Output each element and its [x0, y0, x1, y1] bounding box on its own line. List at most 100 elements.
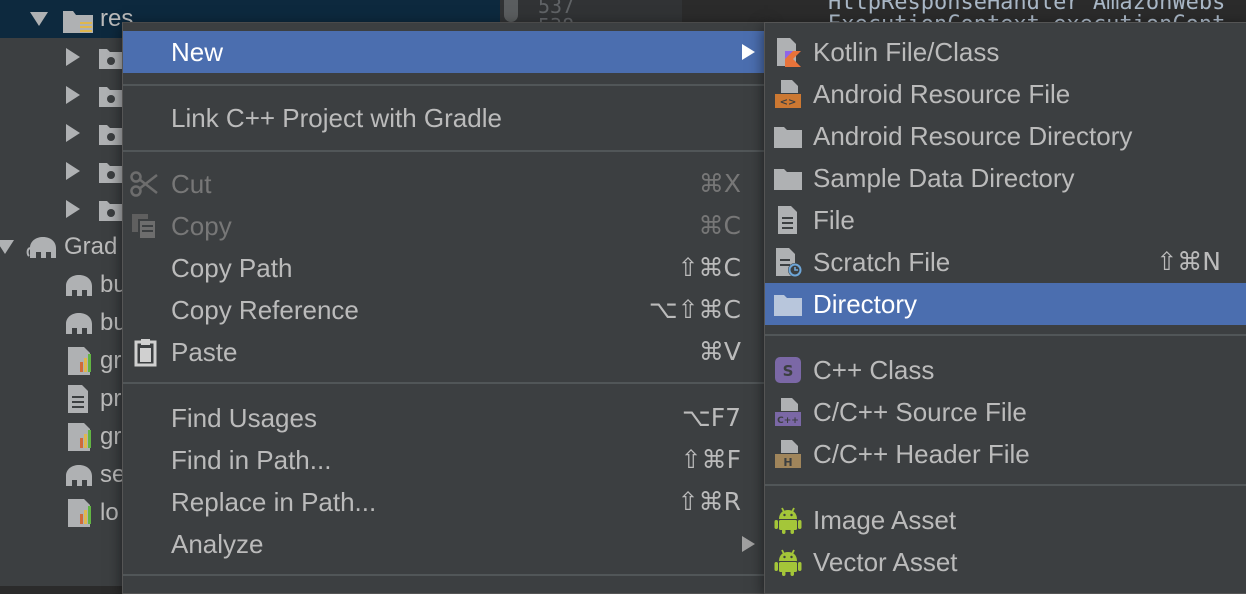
submenu-arrow-icon [742, 536, 755, 552]
new-submenu: Kotlin File/Class <> Android Resource Fi… [764, 22, 1246, 594]
menu-item-file[interactable]: File [765, 199, 1246, 241]
scratch-file-icon [776, 248, 802, 277]
menu-item-label: Scratch File [813, 247, 951, 277]
shortcut-label: ⌘X [698, 169, 741, 198]
tree-item-label: lo [100, 499, 119, 526]
svg-text:C++: C++ [777, 416, 799, 426]
menu-item-copy[interactable]: Copy ⌘C [123, 205, 767, 247]
collapse-arrow-icon[interactable] [66, 48, 80, 66]
menu-item-replace-in-path[interactable]: Replace in Path... ⇧⌘R [123, 481, 767, 523]
menu-item-label: Copy Reference [171, 295, 359, 325]
resource-folder-icon [63, 11, 93, 33]
properties-file-icon [68, 423, 91, 451]
submenu-arrow-icon [742, 44, 755, 60]
android-icon [774, 549, 802, 576]
gradle-elephant-icon [26, 237, 56, 258]
menu-separator [123, 84, 767, 86]
menu-item-kotlin-file-class[interactable]: Kotlin File/Class [765, 31, 1246, 73]
android-icon [774, 507, 802, 534]
menu-item-label: Find in Path... [171, 445, 332, 475]
shortcut-label: ⌥⇧⌘C [648, 295, 741, 324]
menu-item-find-in-path[interactable]: Find in Path... ⇧⌘F [123, 439, 767, 481]
text-file-icon [68, 385, 88, 413]
menu-item-find-usages[interactable]: Find Usages ⌥F7 [123, 397, 767, 439]
expand-arrow-icon[interactable] [0, 240, 14, 254]
menu-item-label: C/C++ Header File [813, 439, 1030, 469]
shortcut-label: ⌘C [698, 211, 741, 240]
gradle-elephant-icon [66, 465, 92, 486]
menu-item-android-resource-file[interactable]: <> Android Resource File [765, 73, 1246, 115]
menu-item-cpp-header-file[interactable]: H C/C++ Header File [765, 433, 1246, 475]
shortcut-label: ⇧⌘F [680, 445, 741, 474]
cpp-source-file-icon: C++ [775, 398, 801, 426]
menu-item-label: Copy [171, 211, 232, 241]
folder-icon [774, 295, 802, 316]
scrollbar-thumb[interactable] [504, 0, 518, 22]
shortcut-label: ⇧⌘N [1156, 247, 1221, 276]
menu-item-cut[interactable]: Cut ⌘X [123, 163, 767, 205]
menu-item-copy-reference[interactable]: Copy Reference ⌥⇧⌘C [123, 289, 767, 331]
menu-item-label: New [171, 37, 224, 67]
scissors-icon [130, 171, 158, 197]
menu-item-label: C++ Class [813, 355, 935, 385]
android-resource-file-icon: <> [775, 80, 801, 108]
menu-item-label: File [813, 205, 855, 235]
menu-item-cpp-source-file[interactable]: C++ C/C++ Source File [765, 391, 1246, 433]
tree-item-label: Grad [64, 233, 118, 260]
svg-text:H: H [783, 456, 792, 469]
collapse-arrow-icon[interactable] [66, 200, 80, 218]
shortcut-label: ⌘V [698, 337, 741, 366]
folder-icon [774, 169, 802, 190]
collapse-arrow-icon[interactable] [66, 162, 80, 180]
menu-item-image-asset[interactable]: Image Asset [765, 499, 1246, 541]
menu-item-link-cpp-project[interactable]: Link C++ Project with Gradle [123, 97, 767, 139]
menu-item-label: Sample Data Directory [813, 163, 1075, 193]
folder-icon [99, 125, 123, 145]
file-icon [778, 206, 797, 234]
folder-icon [774, 127, 802, 148]
tree-item-label: pr [100, 385, 122, 412]
folder-icon [99, 163, 123, 183]
cpp-header-file-icon: H [775, 440, 801, 469]
shortcut-label: ⇧⌘C [677, 253, 741, 282]
menu-item-android-resource-directory[interactable]: Android Resource Directory [765, 115, 1246, 157]
tree-item-label: gr [100, 347, 122, 374]
menu-separator [765, 334, 1246, 336]
menu-item-label: Analyze [171, 529, 264, 559]
menu-item-new[interactable]: New [123, 31, 767, 73]
menu-item-directory[interactable]: Directory [765, 283, 1246, 325]
properties-file-icon [68, 499, 91, 527]
menu-separator [123, 150, 767, 152]
cpp-class-icon: S [775, 357, 801, 383]
menu-item-label: Copy Path [171, 253, 293, 283]
kotlin-file-icon [777, 38, 801, 67]
menu-item-label: Image Asset [813, 505, 957, 535]
collapse-arrow-icon[interactable] [66, 124, 80, 142]
menu-item-vector-asset[interactable]: Vector Asset [765, 541, 1246, 583]
collapse-arrow-icon[interactable] [66, 86, 80, 104]
menu-item-analyze[interactable]: Analyze [123, 523, 767, 565]
menu-item-label: Replace in Path... [171, 487, 377, 517]
menu-item-scratch-file[interactable]: Scratch File ⇧⌘N [765, 241, 1246, 283]
menu-item-label: Kotlin File/Class [813, 37, 1000, 67]
menu-item-paste[interactable]: Paste ⌘V [123, 331, 767, 373]
menu-item-cpp-class[interactable]: S C++ Class [765, 349, 1246, 391]
menu-separator [123, 382, 767, 384]
menu-item-copy-path[interactable]: Copy Path ⇧⌘C [123, 247, 767, 289]
tree-item-label: gr [100, 423, 122, 450]
properties-file-icon [68, 347, 91, 375]
menu-item-label: C/C++ Source File [813, 397, 1027, 427]
menu-item-label: Android Resource File [813, 79, 1071, 109]
folder-icon [99, 49, 123, 69]
copy-icon [132, 214, 157, 240]
folder-icon [99, 201, 123, 221]
menu-item-sample-data-directory[interactable]: Sample Data Directory [765, 157, 1246, 199]
svg-text:S: S [783, 362, 794, 380]
menu-item-label: Link C++ Project with Gradle [171, 103, 502, 133]
menu-item-label: Paste [171, 337, 238, 367]
menu-item-label: Vector Asset [813, 547, 958, 577]
gradle-elephant-icon [66, 275, 92, 296]
menu-separator [123, 574, 767, 576]
expand-arrow-icon[interactable] [30, 12, 48, 26]
menu-item-label: Android Resource Directory [813, 121, 1133, 151]
